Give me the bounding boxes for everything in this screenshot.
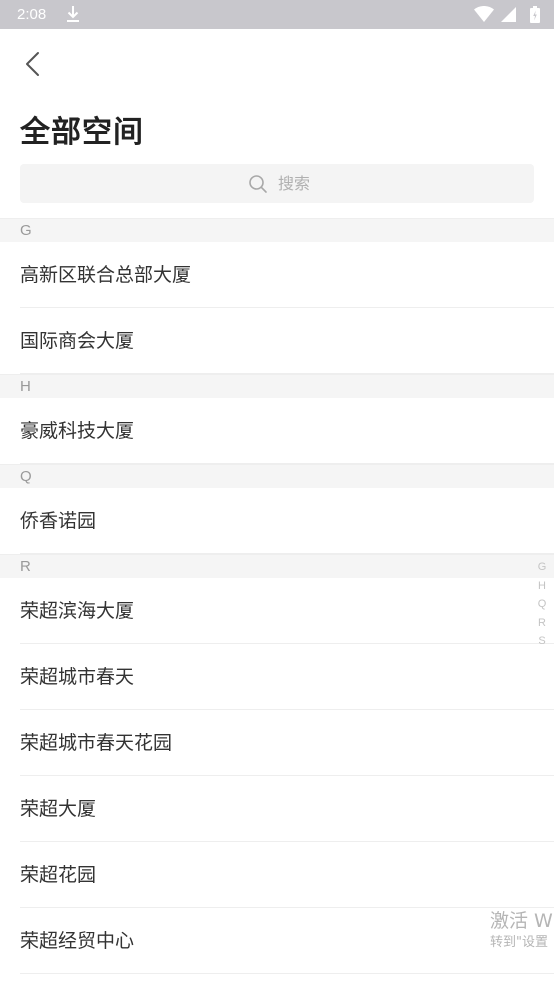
divider (20, 973, 554, 974)
chevron-left-icon (26, 52, 39, 76)
index-letter[interactable]: H (536, 577, 548, 596)
watermark-subtitle: 转到"设置 (490, 935, 548, 950)
wifi-icon (474, 6, 494, 22)
list-item-label: 荣超城市春天 (20, 666, 135, 688)
list-item[interactable]: 荣超花园 (0, 842, 554, 908)
list-item[interactable]: 国际商会大厦 (0, 308, 554, 374)
watermark-title: 激活 W (490, 910, 553, 932)
list-item-label: 荣超大厦 (20, 798, 97, 820)
list-item-label: 荣超经贸中心 (20, 930, 135, 952)
page-title: 全部空间 (20, 115, 144, 150)
activation-watermark: 激活 W 转到"设置 (490, 908, 554, 952)
list-item[interactable]: 荣超城市春天花园 (0, 710, 554, 776)
list-item[interactable]: 荣超大厦 (0, 776, 554, 842)
section-header: Q (0, 464, 554, 488)
back-button[interactable] (18, 48, 46, 80)
search-placeholder: 搜索 (278, 174, 311, 193)
list-item[interactable]: 荣超滨海大厦 (0, 578, 554, 644)
status-time: 2:08 (17, 6, 47, 23)
list-item-label: 侨香诺园 (20, 510, 97, 532)
list-item-label: 荣超花园 (20, 864, 97, 886)
section-header: R (0, 554, 554, 578)
alphabet-index-bar[interactable]: GHQRS (536, 558, 548, 651)
list-item[interactable]: 豪威科技大厦 (0, 398, 554, 464)
battery-icon (530, 6, 540, 23)
divider (20, 553, 554, 554)
section-header: G (0, 218, 554, 242)
space-list: G 高新区联合总部大厦 国际商会大厦 H 豪威科技大厦 Q 侨香诺园 R 荣超滨海大厦 荣超城市春… (0, 218, 554, 974)
list-item-label: 荣超城市春天花园 (20, 732, 173, 754)
divider (20, 373, 554, 374)
section-header: H (0, 374, 554, 398)
list-item-label: 荣超滨海大厦 (20, 600, 135, 622)
list-item[interactable]: 侨香诺园 (0, 488, 554, 554)
list-item-label: 豪威科技大厦 (20, 420, 135, 442)
divider (20, 463, 554, 464)
index-letter[interactable]: S (536, 632, 548, 651)
signal-icon (501, 7, 516, 22)
download-icon (66, 5, 80, 23)
list-item[interactable]: 高新区联合总部大厦 (0, 242, 554, 308)
search-input[interactable]: 搜索 (20, 164, 534, 203)
list-item[interactable]: 荣超城市春天 (0, 644, 554, 710)
search-icon (249, 175, 267, 193)
index-letter[interactable]: Q (536, 595, 548, 614)
index-letter[interactable]: G (536, 558, 548, 577)
list-item[interactable]: 荣超经贸中心 (0, 908, 554, 974)
index-letter[interactable]: R (536, 614, 548, 633)
status-bar: 2:08 (0, 0, 554, 29)
list-item-label: 高新区联合总部大厦 (20, 264, 192, 286)
list-item-label: 国际商会大厦 (20, 330, 135, 352)
